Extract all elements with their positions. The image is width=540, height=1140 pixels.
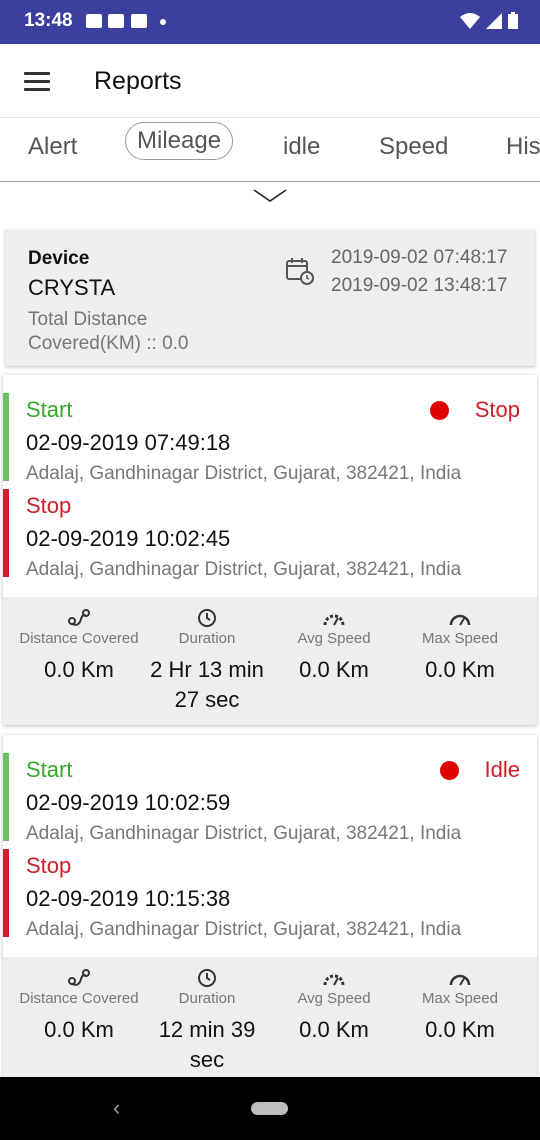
trip-card[interactable]: Stop Start 02-09-2019 07:49:18 Adalaj, G… <box>3 375 537 725</box>
menu-icon[interactable] <box>24 72 50 92</box>
stat-avg-speed: Avg Speed 0.0 Km <box>267 957 401 1045</box>
stat-avg-speed-label: Avg Speed <box>297 630 371 647</box>
trip-status: Stop <box>429 397 520 423</box>
app-bar: Reports <box>0 44 540 118</box>
status-dot-icon <box>439 760 459 780</box>
tab-speed[interactable]: Speed <box>379 133 448 161</box>
speedometer-icon <box>323 974 345 986</box>
trip-status: Idle <box>439 757 520 783</box>
back-icon[interactable]: ‹ <box>113 1095 120 1121</box>
stat-duration-label: Duration <box>178 990 236 1007</box>
system-nav-bar: ‹ <box>0 1077 540 1140</box>
status-indicators <box>460 12 518 29</box>
stat-max-speed-label: Max Speed <box>422 990 498 1007</box>
stat-duration-value: 2 Hr 13 min 27 sec <box>150 657 264 712</box>
start-datetime: 02-09-2019 10:02:59 <box>26 790 231 815</box>
from-date[interactable]: 2019-09-02 07:48:17 <box>331 247 507 269</box>
start-label: Start <box>26 757 73 782</box>
total-distance: Total Distance Covered(KM) :: 0.0 <box>28 309 189 354</box>
tab-mileage[interactable]: Mileage <box>125 122 234 160</box>
signal-icon <box>486 12 502 29</box>
status-dot-icon <box>429 400 449 420</box>
speedometer-icon <box>323 614 345 626</box>
stop-label: Stop <box>26 493 72 518</box>
route-icon <box>68 609 90 626</box>
route-icon <box>68 969 90 986</box>
notification-icon <box>131 14 147 28</box>
start-indicator <box>3 753 9 841</box>
trip-stats: Distance Covered 0.0 Km Duration 2 Hr 13… <box>3 597 537 725</box>
stat-distance-value: 0.0 Km <box>44 657 114 682</box>
stop-address: Adalaj, Gandhinagar District, Gujarat, 3… <box>26 919 462 940</box>
stat-max-speed: Max Speed 0.0 Km <box>393 957 527 1045</box>
speedometer-icon <box>449 614 471 626</box>
battery-icon <box>508 12 518 29</box>
stat-max-speed: Max Speed 0.0 Km <box>393 597 527 685</box>
stat-avg-speed: Avg Speed 0.0 Km <box>267 597 401 685</box>
to-date[interactable]: 2019-09-02 13:48:17 <box>331 275 507 297</box>
report-tabs: Alert Mileage idle Speed His <box>0 119 540 182</box>
more-notifications-icon <box>160 19 166 25</box>
stat-distance: Distance Covered 0.0 Km <box>12 957 146 1045</box>
stop-datetime: 02-09-2019 10:02:45 <box>26 526 231 551</box>
stat-max-speed-value: 0.0 Km <box>425 1017 495 1042</box>
status-bar: 13:48 <box>0 0 540 44</box>
home-pill[interactable] <box>251 1102 288 1115</box>
stat-distance-label: Distance Covered <box>19 630 139 647</box>
stat-max-speed-label: Max Speed <box>422 630 498 647</box>
stop-indicator <box>3 489 9 577</box>
start-address: Adalaj, Gandhinagar District, Gujarat, 3… <box>26 823 462 844</box>
clock-icon <box>198 609 216 627</box>
trip-stats: Distance Covered 0.0 Km Duration 12 min … <box>3 957 537 1085</box>
stat-distance-label: Distance Covered <box>19 990 139 1007</box>
page-title: Reports <box>94 67 182 95</box>
tab-alert[interactable]: Alert <box>28 133 77 161</box>
device-summary: Device CRYSTA Total Distance Covered(KM)… <box>5 230 535 366</box>
stop-label: Stop <box>26 853 72 878</box>
stat-duration: Duration 12 min 39 sec <box>140 957 274 1075</box>
clock-icon <box>198 969 216 987</box>
tab-idle[interactable]: idle <box>283 133 320 161</box>
stat-distance: Distance Covered 0.0 Km <box>12 597 146 685</box>
start-indicator <box>3 393 9 481</box>
stat-distance-value: 0.0 Km <box>44 1017 114 1042</box>
stat-duration-value: 12 min 39 sec <box>158 1017 256 1072</box>
calendar-clock-icon[interactable] <box>285 256 315 286</box>
message-icon <box>86 14 102 28</box>
stat-avg-speed-label: Avg Speed <box>297 990 371 1007</box>
tab-history[interactable]: His <box>506 133 540 161</box>
wifi-icon <box>460 12 480 29</box>
stat-duration: Duration 2 Hr 13 min 27 sec <box>140 597 274 715</box>
chevron-down-icon[interactable] <box>253 188 287 204</box>
status-time: 13:48 <box>24 10 73 31</box>
stat-duration-label: Duration <box>178 630 236 647</box>
trip-status-label: Stop <box>474 397 520 422</box>
device-name: CRYSTA <box>28 275 116 300</box>
trip-status-label: Idle <box>484 757 520 782</box>
trip-card[interactable]: Idle Start 02-09-2019 10:02:59 Adalaj, G… <box>3 735 537 1085</box>
notification-icon <box>108 14 124 28</box>
start-label: Start <box>26 397 73 422</box>
start-datetime: 02-09-2019 07:49:18 <box>26 430 231 455</box>
stop-address: Adalaj, Gandhinagar District, Gujarat, 3… <box>26 559 462 580</box>
start-address: Adalaj, Gandhinagar District, Gujarat, 3… <box>26 463 462 484</box>
stat-max-speed-value: 0.0 Km <box>425 657 495 682</box>
device-label: Device <box>28 248 90 269</box>
speedometer-icon <box>449 974 471 986</box>
stat-avg-speed-value: 0.0 Km <box>299 657 369 682</box>
stat-avg-speed-value: 0.0 Km <box>299 1017 369 1042</box>
stop-indicator <box>3 849 9 937</box>
stop-datetime: 02-09-2019 10:15:38 <box>26 886 231 911</box>
